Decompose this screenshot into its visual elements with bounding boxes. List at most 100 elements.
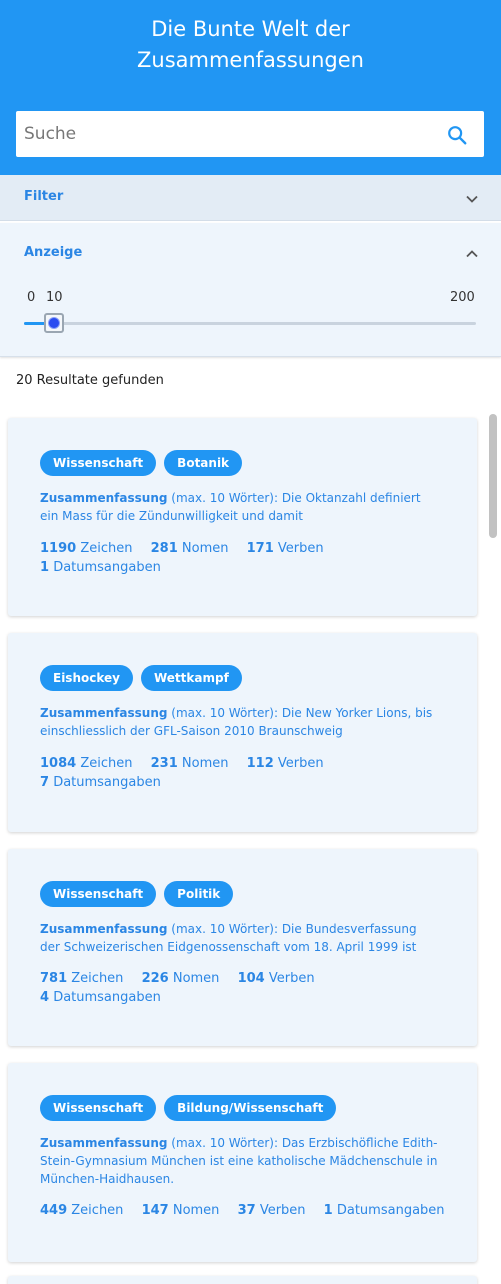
stat-label: Verben xyxy=(268,971,315,986)
stat-chars: 1084 Zeichen xyxy=(40,754,132,773)
stat-value: 112 xyxy=(246,756,274,771)
stats-row: 1084 Zeichen 231 Nomen 112 Verben 7 Datu… xyxy=(40,754,460,792)
summary-meta: (max. 10 Wörter): xyxy=(167,1136,282,1150)
summary-meta: (max. 10 Wörter): xyxy=(167,922,282,936)
stat-dates: 1 Datumsangaben xyxy=(40,558,161,577)
summary-text: Zusammenfassung (max. 10 Wörter): Die Bu… xyxy=(40,920,440,956)
stat-nouns: 147 Nomen xyxy=(142,1201,220,1220)
stat-value: 1084 xyxy=(40,756,77,771)
slider-track[interactable] xyxy=(24,322,476,325)
stat-verbs: 112 Verben xyxy=(247,754,324,773)
tag-chip[interactable]: Wettkampf xyxy=(140,665,242,691)
slider-max-label: 200 xyxy=(450,290,475,305)
stat-value: 781 xyxy=(40,971,68,986)
stat-value: 1 xyxy=(40,560,50,575)
summary-label: Zusammenfassung xyxy=(40,491,168,505)
stats-row: 449 Zeichen 147 Nomen 37 Verben 1 Datums… xyxy=(40,1201,460,1220)
tag-chip[interactable]: Bildung/Wissenschaft xyxy=(164,1095,337,1121)
tag-chip[interactable]: Wissenschaft xyxy=(40,1095,157,1121)
result-card[interactable]: Wissenschaft Botanik Zusammenfassung (ma… xyxy=(8,418,477,616)
stat-dates: 7 Datumsangaben xyxy=(40,773,161,792)
stat-label: Verben xyxy=(277,541,324,556)
stat-value: 449 xyxy=(40,1203,68,1218)
stat-label: Zeichen xyxy=(71,1203,124,1218)
summary-meta: (max. 10 Wörter): xyxy=(167,706,282,720)
display-panel: Anzeige 0 10 200 xyxy=(0,223,501,357)
stat-verbs: 171 Verben xyxy=(247,539,324,558)
stat-value: 147 xyxy=(141,1203,169,1218)
tag-chip[interactable]: Wissenschaft xyxy=(40,450,157,476)
stat-value: 1190 xyxy=(40,541,77,556)
tag-chip[interactable]: Eishockey xyxy=(40,665,133,691)
stat-verbs: 37 Verben xyxy=(238,1201,306,1220)
display-panel-label: Anzeige xyxy=(24,245,83,260)
summary-label: Zusammenfassung xyxy=(40,922,168,936)
summary-text: Zusammenfassung (max. 10 Wörter): Die Ok… xyxy=(40,489,440,525)
filter-panel-label: Filter xyxy=(24,189,64,204)
scrollbar-thumb[interactable] xyxy=(489,414,497,538)
stat-value: 281 xyxy=(150,541,178,556)
tag-list: Wissenschaft Bildung/Wissenschaft xyxy=(40,1095,337,1121)
stat-nouns: 226 Nomen xyxy=(142,969,220,988)
tag-chip[interactable]: Politik xyxy=(164,881,234,907)
scrollbar[interactable] xyxy=(489,412,497,1284)
slider-min-label: 0 xyxy=(27,290,36,305)
result-card[interactable] xyxy=(8,1276,477,1284)
stat-verbs: 104 Verben xyxy=(238,969,315,988)
result-card[interactable]: Wissenschaft Bildung/Wissenschaft Zusamm… xyxy=(8,1063,477,1262)
chevron-up-icon[interactable] xyxy=(465,247,479,261)
stat-label: Datumsangaben xyxy=(53,990,161,1005)
page-title-line-1: Die Bunte Welt der xyxy=(151,17,350,41)
stat-dates: 4 Datumsangaben xyxy=(40,988,161,1007)
stat-value: 7 xyxy=(40,775,50,790)
stat-chars: 1190 Zeichen xyxy=(40,539,132,558)
stat-label: Nomen xyxy=(181,541,229,556)
stats-row: 1190 Zeichen 281 Nomen 171 Verben 1 Datu… xyxy=(40,539,460,577)
tag-list: Eishockey Wettkampf xyxy=(40,665,242,691)
stat-value: 171 xyxy=(246,541,274,556)
stat-value: 1 xyxy=(323,1203,333,1218)
slider-value-label: 10 xyxy=(46,290,63,305)
stat-label: Zeichen xyxy=(80,756,133,771)
summary-label: Zusammenfassung xyxy=(40,1136,168,1150)
result-card[interactable]: Wissenschaft Politik Zusammenfassung (ma… xyxy=(8,849,477,1046)
stat-label: Nomen xyxy=(172,1203,220,1218)
stat-label: Datumsangaben xyxy=(53,775,161,790)
tag-chip[interactable]: Botanik xyxy=(164,450,243,476)
summary-label: Zusammenfassung xyxy=(40,706,168,720)
stat-value: 104 xyxy=(237,971,265,986)
stat-label: Nomen xyxy=(172,971,220,986)
stat-label: Datumsangaben xyxy=(53,560,161,575)
result-card[interactable]: Eishockey Wettkampf Zusammenfassung (max… xyxy=(8,633,477,832)
stat-label: Verben xyxy=(277,756,324,771)
page-title: Die Bunte Welt der Zusammenfassungen xyxy=(0,14,501,76)
stat-label: Zeichen xyxy=(71,971,124,986)
stat-nouns: 231 Nomen xyxy=(151,754,229,773)
tag-list: Wissenschaft Botanik xyxy=(40,450,243,476)
chevron-down-icon[interactable] xyxy=(465,192,479,206)
stat-label: Verben xyxy=(259,1203,306,1218)
stat-label: Zeichen xyxy=(80,541,133,556)
stat-chars: 781 Zeichen xyxy=(40,969,123,988)
search-input[interactable] xyxy=(16,111,436,157)
stat-value: 37 xyxy=(237,1203,256,1218)
stat-value: 231 xyxy=(150,756,178,771)
stats-row: 781 Zeichen 226 Nomen 104 Verben 4 Datum… xyxy=(40,969,460,1007)
stat-value: 4 xyxy=(40,990,50,1005)
summary-text: Zusammenfassung (max. 10 Wörter): Das Er… xyxy=(40,1134,440,1188)
summary-meta: (max. 10 Wörter): xyxy=(167,491,282,505)
tag-list: Wissenschaft Politik xyxy=(40,881,234,907)
filter-panel-header[interactable]: Filter xyxy=(0,175,501,221)
stat-chars: 449 Zeichen xyxy=(40,1201,123,1220)
page-title-line-2: Zusammenfassungen xyxy=(137,48,364,72)
stat-nouns: 281 Nomen xyxy=(151,539,229,558)
stat-label: Datumsangaben xyxy=(336,1203,445,1218)
search-icon[interactable] xyxy=(446,124,468,146)
result-count: 20 Resultate gefunden xyxy=(16,373,164,388)
results-list: Wissenschaft Botanik Zusammenfassung (ma… xyxy=(0,410,501,1284)
stat-value: 226 xyxy=(141,971,169,986)
tag-chip[interactable]: Wissenschaft xyxy=(40,881,157,907)
app-header: Die Bunte Welt der Zusammenfassungen xyxy=(0,0,501,175)
slider-thumb[interactable] xyxy=(44,313,64,333)
summary-text: Zusammenfassung (max. 10 Wörter): Die Ne… xyxy=(40,704,440,740)
